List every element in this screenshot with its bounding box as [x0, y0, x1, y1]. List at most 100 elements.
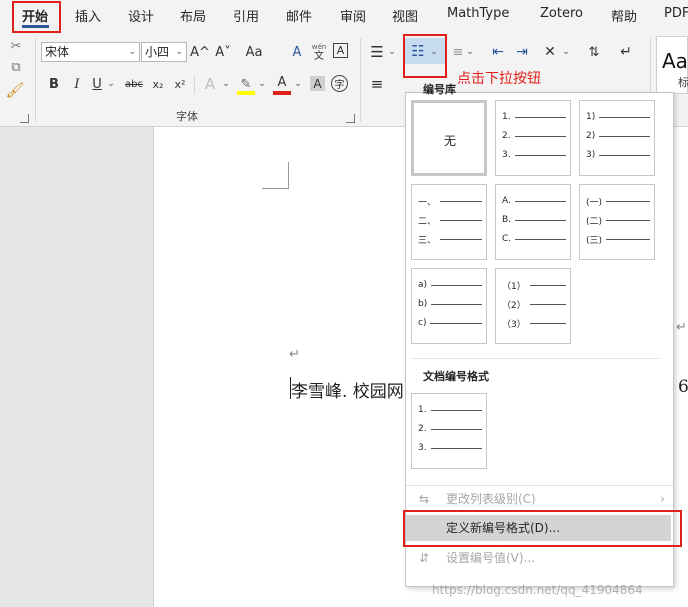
tab-design[interactable]: 设计: [128, 6, 154, 25]
chevron-down-icon: ⌄: [175, 47, 183, 57]
numbering-option-chinese-paren[interactable]: (一) (二) (三): [579, 184, 655, 260]
tab-help[interactable]: 帮助: [611, 6, 637, 25]
home-tab-highlight-box: [12, 1, 61, 33]
phonetic-guide-button[interactable]: wén 文: [309, 40, 329, 64]
numbering-library-heading: 编号库: [423, 83, 456, 96]
tab-review[interactable]: 审阅: [340, 6, 366, 25]
bullets-button[interactable]: ☰: [367, 42, 387, 62]
italic-button[interactable]: I: [67, 74, 87, 94]
clear-format-button[interactable]: A: [288, 42, 306, 62]
watermark-text: https://blog.csdn.net/qq_41904864: [432, 583, 643, 597]
numbering-option-fullwidth-paren[interactable]: （1） （2） （3）: [495, 268, 571, 344]
define-format-highlight-box: [403, 510, 682, 547]
copy-icon[interactable]: ⧉: [8, 59, 24, 75]
tab-insert[interactable]: 插入: [75, 6, 101, 25]
change-case-button[interactable]: Aa: [240, 42, 268, 62]
chevron-down-icon[interactable]: ⌄: [256, 74, 268, 94]
chevron-down-icon[interactable]: ⌄: [220, 74, 232, 94]
list-item: b): [418, 298, 482, 310]
numbering-option-lower-letter[interactable]: a) b) c): [411, 268, 487, 344]
chevron-down-icon[interactable]: ⌄: [105, 74, 117, 94]
chevron-down-icon[interactable]: ⌄: [560, 42, 572, 62]
highlight-color-swatch: [237, 91, 255, 95]
subscript-button[interactable]: x₂: [148, 74, 168, 94]
list-item: 1): [586, 111, 650, 123]
style-preview-text: Aa: [662, 49, 688, 73]
tab-view[interactable]: 视图: [392, 6, 418, 25]
align-left-button[interactable]: ≡: [367, 74, 387, 94]
char-shading-button[interactable]: A: [310, 76, 325, 91]
list-item: 2.: [418, 423, 482, 435]
document-text[interactable]: 李雪峰. 校园网: [291, 377, 404, 402]
char-border-button[interactable]: A: [333, 43, 348, 58]
list-item: a): [418, 279, 482, 291]
margin-corner-mark: [288, 162, 289, 188]
list-item: c): [418, 317, 482, 329]
tab-zotero[interactable]: Zotero: [540, 6, 583, 21]
group-divider: [194, 76, 195, 94]
chevron-down-icon[interactable]: ⌄: [464, 42, 476, 62]
grow-font-button[interactable]: A^: [190, 42, 210, 62]
font-name-value: 宋体: [45, 45, 70, 59]
strikethrough-button[interactable]: abc: [122, 74, 146, 94]
list-item: (一): [586, 195, 650, 208]
list-item: (二): [586, 214, 650, 227]
paragraph-mark: ↵: [676, 320, 687, 335]
tab-mathtype[interactable]: MathType: [447, 6, 509, 21]
cut-icon[interactable]: ✂: [8, 38, 24, 54]
set-numbering-value-label: 设置编号值(V)...: [446, 551, 536, 565]
text-effects-button[interactable]: A: [200, 74, 220, 94]
list-item: A.: [502, 195, 566, 207]
document-numbering-format[interactable]: 1. 2. 3.: [411, 393, 487, 469]
numbering-option-arabic-paren[interactable]: 1) 2) 3): [579, 100, 655, 176]
sort-button[interactable]: ⇅: [584, 42, 604, 62]
document-text-tail[interactable]: 6): [678, 377, 688, 397]
font-color-swatch: [273, 91, 291, 95]
tab-mailings[interactable]: 邮件: [286, 6, 312, 25]
paragraph-mark: ↵: [289, 347, 300, 362]
list-item: 2.: [502, 130, 566, 142]
font-dialog-launcher-icon[interactable]: [346, 114, 355, 123]
tab-layout[interactable]: 布局: [180, 6, 206, 25]
bold-button[interactable]: B: [44, 74, 64, 94]
group-divider: [360, 38, 361, 122]
shrink-font-button[interactable]: A˅: [213, 42, 233, 62]
tab-pdf[interactable]: PDF: [664, 6, 688, 21]
tab-references[interactable]: 引用: [233, 6, 259, 25]
document-formats-heading: 文档编号格式: [423, 370, 489, 383]
change-list-level-item[interactable]: ⇆ 更改列表级别(C) ›: [406, 486, 673, 512]
numbering-option-arabic-dot[interactable]: 1. 2. 3.: [495, 100, 571, 176]
chevron-down-icon[interactable]: ⌄: [386, 42, 398, 62]
list-item: 3.: [502, 149, 566, 161]
decrease-indent-button[interactable]: ⇤: [488, 42, 508, 62]
increase-indent-button[interactable]: ⇥: [512, 42, 532, 62]
change-list-level-label: 更改列表级别(C): [446, 492, 536, 506]
font-name-combo[interactable]: 宋体 ⌄: [41, 42, 140, 62]
list-item: 三、: [418, 233, 482, 246]
list-item: (三): [586, 233, 650, 246]
underline-button[interactable]: U: [89, 74, 105, 94]
set-numbering-value-item[interactable]: ⇵ 设置编号值(V)...: [406, 545, 673, 571]
numbering-option-none[interactable]: 无: [411, 100, 487, 176]
enclose-chars-button[interactable]: 字: [331, 75, 348, 92]
clipboard-launcher-icon[interactable]: [20, 114, 29, 123]
asian-layout-button[interactable]: ✕: [540, 42, 560, 62]
numbering-option-upper-letter[interactable]: A. B. C.: [495, 184, 571, 260]
ribbon-tab-bar: 开始 插入 设计 布局 引用 邮件 审阅 视图 MathType Zotero …: [0, 0, 688, 34]
list-item: 2): [586, 130, 650, 142]
chevron-down-icon[interactable]: ⌄: [292, 74, 304, 94]
font-size-combo[interactable]: 小四 ⌄: [141, 42, 187, 62]
list-item: 一、: [418, 195, 482, 208]
numbering-highlight-box: [403, 34, 447, 78]
superscript-button[interactable]: x²: [170, 74, 190, 94]
list-item: C.: [502, 233, 566, 245]
list-item: 3.: [418, 442, 482, 454]
numbering-option-chinese-comma[interactable]: 一、 二、 三、: [411, 184, 487, 260]
list-level-icon: ⇆: [419, 492, 430, 506]
show-marks-button[interactable]: ↵: [616, 42, 636, 62]
font-color-button[interactable]: A: [273, 72, 291, 92]
font-group-label: 字体: [176, 110, 198, 123]
format-painter-icon[interactable]: 🖌: [5, 81, 24, 99]
chevron-right-icon: ›: [660, 492, 665, 506]
annotation-hint: 点击下拉按钮: [457, 71, 541, 87]
